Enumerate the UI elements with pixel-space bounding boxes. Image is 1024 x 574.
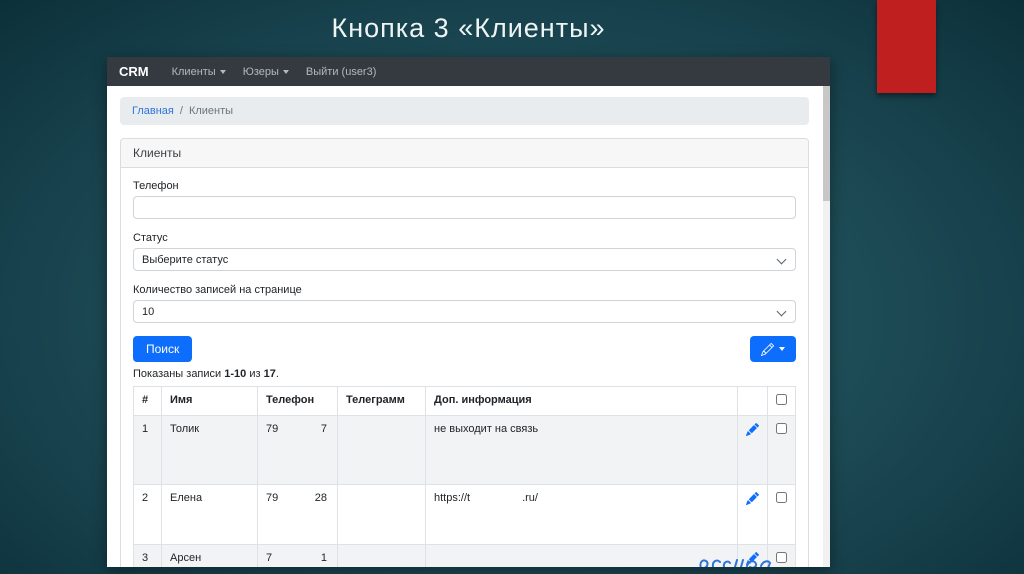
col-header-telegram[interactable]: Телеграмм bbox=[337, 386, 426, 416]
red-accent-bar bbox=[877, 0, 936, 93]
col-header-info[interactable]: Доп. информация bbox=[425, 386, 738, 416]
cell-edit bbox=[737, 484, 768, 545]
cell-telegram bbox=[337, 415, 426, 485]
crm-app-screenshot: CRM Клиенты Юзеры Выйти (user3) Главная … bbox=[107, 57, 830, 567]
col-header-num[interactable]: # bbox=[133, 386, 162, 416]
table-row: 1 Толик 79 7 не выходит на связь bbox=[133, 415, 796, 485]
col-header-name[interactable]: Имя bbox=[161, 386, 258, 416]
phone-input[interactable] bbox=[133, 196, 796, 219]
breadcrumb-separator: / bbox=[179, 105, 183, 117]
clients-table: # Имя Телефон Телеграмм Доп. информация bbox=[133, 386, 796, 567]
caret-down-icon bbox=[779, 347, 785, 351]
nav-item-label: Юзеры bbox=[242, 65, 279, 78]
nav-item-label: Выйти (user3) bbox=[305, 65, 377, 78]
cell-name: Елена bbox=[161, 484, 258, 545]
nav-item-clients[interactable]: Клиенты bbox=[172, 66, 226, 78]
phone-label: Телефон bbox=[133, 180, 179, 192]
caret-down-icon bbox=[282, 69, 289, 74]
row-checkbox[interactable] bbox=[776, 423, 787, 434]
phone-redacted-start: 79 bbox=[266, 492, 279, 504]
info-text: не выходит на связь bbox=[434, 423, 539, 435]
cell-info bbox=[425, 544, 738, 567]
col-header-edit bbox=[737, 386, 768, 416]
scrollbar-thumb[interactable] bbox=[823, 86, 830, 201]
caret-down-icon bbox=[219, 69, 226, 74]
breadcrumb-home-link[interactable]: Главная bbox=[132, 105, 174, 117]
phone-redacted-end: 7 bbox=[320, 423, 327, 435]
cell-telegram bbox=[337, 544, 426, 567]
phone-redacted-end: 1 bbox=[320, 552, 327, 564]
app-body: Главная / Клиенты Клиенты Телефон Статус… bbox=[107, 86, 830, 567]
nav-item-logout[interactable]: Выйти (user3) bbox=[306, 66, 376, 78]
card-title: Клиенты bbox=[121, 139, 808, 168]
select-all-checkbox[interactable] bbox=[776, 394, 787, 405]
navbar: CRM Клиенты Юзеры Выйти (user3) bbox=[107, 57, 830, 86]
phone-redacted-start: 79 bbox=[266, 423, 279, 435]
slide-title: Кнопка 3 «Клиенты» bbox=[331, 13, 606, 43]
col-header-checkbox bbox=[767, 386, 796, 416]
search-button[interactable]: Поиск bbox=[133, 336, 193, 362]
watermark-partial bbox=[699, 559, 772, 567]
page-size-form-group: Количество записей на странице 10 bbox=[133, 284, 796, 323]
phone-redacted-start: 7 bbox=[266, 552, 273, 564]
toolbar: Поиск bbox=[133, 336, 796, 362]
summary-text: из bbox=[246, 368, 264, 380]
info-text: https://t bbox=[434, 492, 471, 504]
status-select[interactable]: Выберите статус bbox=[133, 248, 796, 271]
cell-name: Толик bbox=[161, 415, 258, 485]
clients-card: Клиенты Телефон Статус Выберите статус К… bbox=[120, 138, 809, 567]
pencil-icon bbox=[761, 342, 774, 356]
cell-phone: 79 28 bbox=[257, 484, 338, 545]
edit-pencil-icon[interactable] bbox=[746, 492, 759, 505]
cell-telegram bbox=[337, 484, 426, 545]
cell-checkbox bbox=[767, 484, 796, 545]
cell-checkbox bbox=[767, 415, 796, 485]
phone-redacted-end: 28 bbox=[314, 492, 327, 504]
card-body: Телефон Статус Выберите статус Количеств… bbox=[121, 168, 808, 567]
breadcrumb: Главная / Клиенты bbox=[120, 97, 809, 125]
table-header-row: # Имя Телефон Телеграмм Доп. информация bbox=[133, 386, 796, 416]
col-header-phone[interactable]: Телефон bbox=[257, 386, 338, 416]
status-label: Статус bbox=[133, 232, 168, 244]
cell-phone: 79 7 bbox=[257, 415, 338, 485]
row-checkbox[interactable] bbox=[776, 492, 787, 503]
summary-total: 17 bbox=[263, 368, 276, 380]
summary-range: 1-10 bbox=[224, 368, 247, 380]
status-select-value: Выберите статус bbox=[133, 248, 796, 271]
cell-num: 1 bbox=[133, 415, 162, 485]
page-size-select-value: 10 bbox=[133, 300, 796, 323]
nav-item-users[interactable]: Юзеры bbox=[243, 66, 289, 78]
grid-summary: Показаны записи 1-10 из 17. bbox=[133, 368, 796, 380]
cell-phone: 71 bbox=[257, 544, 338, 567]
nav-item-label: Клиенты bbox=[171, 65, 216, 78]
cell-name: Арсен bbox=[161, 544, 258, 567]
summary-text: Показаны записи bbox=[133, 368, 225, 380]
cell-num: 3 bbox=[133, 544, 162, 567]
navbar-brand[interactable]: CRM bbox=[119, 64, 149, 79]
status-form-group: Статус Выберите статус bbox=[133, 232, 796, 271]
table-row: 2 Елена 79 28 https://t .ru/ bbox=[133, 484, 796, 545]
cell-edit bbox=[737, 415, 768, 485]
cell-info: не выходит на связь bbox=[425, 415, 738, 485]
cell-info: https://t .ru/ bbox=[425, 484, 738, 545]
cell-num: 2 bbox=[133, 484, 162, 545]
edit-pencil-icon[interactable] bbox=[746, 423, 759, 436]
phone-form-group: Телефон bbox=[133, 180, 796, 219]
page-size-label: Количество записей на странице bbox=[133, 284, 302, 296]
info-text-end: .ru/ bbox=[522, 492, 538, 504]
bulk-edit-dropdown-button[interactable] bbox=[750, 336, 796, 362]
page-size-select[interactable]: 10 bbox=[133, 300, 796, 323]
breadcrumb-current: Клиенты bbox=[188, 105, 234, 117]
summary-text: . bbox=[275, 368, 279, 380]
scrollbar[interactable] bbox=[823, 86, 830, 567]
